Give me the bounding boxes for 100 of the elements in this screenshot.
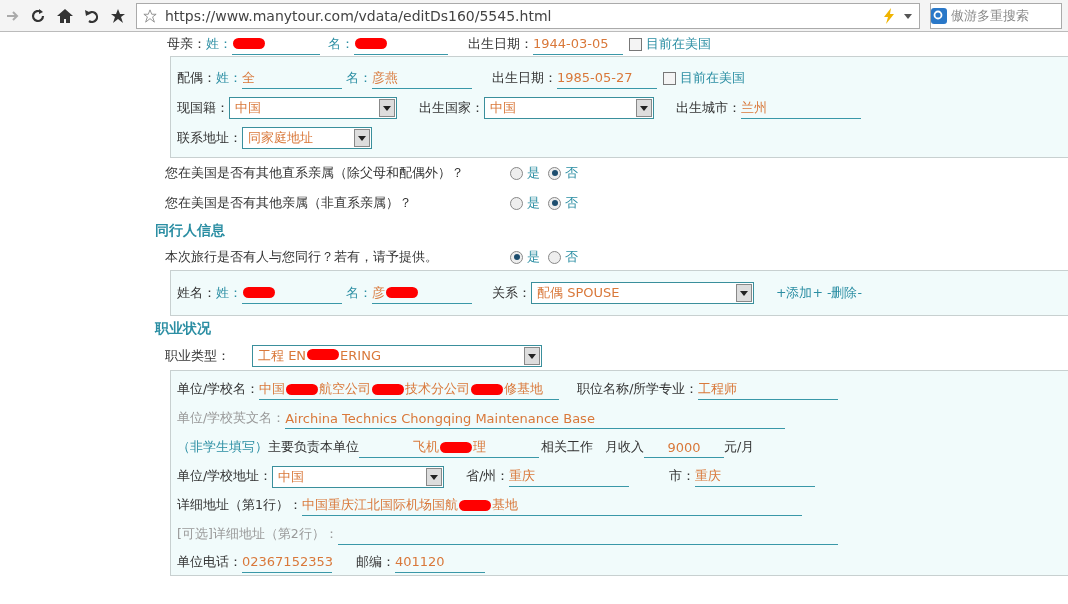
field-label: 姓名： [177, 284, 216, 302]
checkbox[interactable] [663, 71, 676, 85]
field-text: 中国重庆江北国际机场国航 [301, 496, 458, 514]
redaction-mark [286, 383, 319, 395]
question-text: 您在美国是否有其他直系亲属（除父母和配偶外）？ [165, 164, 465, 182]
input-field[interactable]: 工程师 [698, 379, 839, 400]
radio-button[interactable] [548, 196, 561, 210]
radio-button[interactable] [548, 166, 561, 180]
question-text: 您在美国是否有其他亲属（非直系亲属）？ [165, 194, 413, 212]
redaction-mark [458, 499, 491, 511]
url-text: https://www.manytour.com/vdata/editDs160/5545.html [165, 7, 553, 24]
redaction-mark [439, 441, 472, 453]
redaction-mark [386, 287, 418, 298]
star-icon[interactable] [143, 8, 157, 23]
redaction-mark [307, 349, 340, 360]
field-label: 联系地址： [177, 129, 242, 147]
home-icon[interactable] [56, 7, 74, 24]
field-label: 名： [346, 284, 372, 302]
field-label: 出生国家： [419, 99, 484, 117]
field-text: ERING [340, 348, 381, 363]
reload-icon[interactable] [30, 7, 46, 24]
radio-label: 否 [565, 164, 578, 182]
field-label: 相关工作 [541, 439, 593, 456]
section-heading: 职业状况 [155, 319, 212, 338]
question-text: 本次旅行是否有人与您同行？若有，请予提供。 [165, 248, 439, 266]
caret-icon[interactable] [903, 11, 913, 20]
star-icon[interactable] [110, 7, 126, 24]
input-field[interactable]: 重庆 [695, 466, 816, 487]
field-text: 飞机 [412, 438, 439, 456]
remove-link[interactable]: -删除- [826, 284, 862, 302]
field-label: 出生城市： [676, 99, 741, 117]
input-field[interactable]: 1985-05-27 [557, 67, 657, 89]
redaction-mark [243, 287, 275, 298]
field-label: 月收入 [605, 439, 644, 456]
field-label: 母亲： [167, 35, 206, 53]
field-label: 名： [346, 69, 372, 87]
select-field[interactable]: 中国 [229, 97, 397, 119]
input-field[interactable]: 飞机 理 [359, 437, 539, 458]
address-bar[interactable]: https://www.manytour.com/vdata/editDs160/5545.html [136, 2, 920, 29]
select-field[interactable]: 中国 [272, 465, 445, 488]
input-field[interactable]: 全 [242, 67, 342, 89]
input-field[interactable]: 1944-03-05 [533, 33, 623, 55]
field-label: 姓： [216, 284, 242, 302]
input-field[interactable]: 重庆 [509, 466, 630, 487]
redaction-mark [372, 383, 405, 395]
radio-label: 是 [527, 248, 540, 266]
select-field[interactable]: 中国 [484, 97, 654, 119]
checkbox[interactable] [629, 37, 642, 51]
field-label: 配偶： [177, 69, 216, 87]
input-field[interactable]: 401120 [395, 551, 485, 573]
section-heading: 同行人信息 [155, 221, 226, 240]
field-label: 名： [328, 35, 354, 53]
select-field[interactable]: 同家庭地址 [242, 127, 372, 149]
redaction-mark [233, 38, 265, 49]
field-label: 姓： [216, 69, 242, 87]
field-text: 基地 [491, 496, 518, 514]
field-label: 单位/学校英文名： [177, 410, 286, 427]
field-text: 彦 [372, 283, 385, 302]
field-label: 出生日期： [492, 69, 557, 87]
input-field[interactable]: 02367152353 [242, 551, 332, 573]
field-label: 邮编： [356, 553, 395, 571]
radio-label: 是 [527, 164, 540, 182]
radio-label: 否 [565, 194, 578, 212]
field-label: 目前在美国 [680, 69, 745, 87]
field-label: 单位电话： [177, 553, 242, 571]
select-field[interactable]: 配偶 SPOUSE [531, 282, 754, 304]
redaction-mark [355, 38, 387, 49]
radio-label: 否 [565, 248, 578, 266]
field-label: 姓： [206, 35, 232, 53]
field-text: 中国 [259, 380, 286, 398]
input-field[interactable]: Airchina Technics Chongqing Maintenance Base [285, 408, 786, 429]
undo-icon[interactable] [84, 7, 100, 24]
field-text: 航空公司 [319, 380, 372, 398]
field-label: 职业类型： [165, 347, 230, 365]
input-field[interactable]: 彦燕 [372, 67, 472, 89]
field-label: 单位/学校地址： [177, 468, 273, 485]
radio-button[interactable] [510, 166, 523, 180]
radio-button[interactable] [548, 250, 561, 264]
input-field[interactable]: 中国重庆江北国际机场国航 基地 [301, 495, 802, 516]
field-text: 工程 EN [258, 348, 307, 363]
field-label: 市： [669, 468, 696, 485]
add-link[interactable]: +添加+ [776, 284, 823, 302]
field-label: 省/州： [466, 468, 510, 485]
field-label: 目前在美国 [646, 35, 711, 53]
input-field[interactable]: 9000 [644, 437, 724, 458]
input-field[interactable]: 中国 航空公司 技术分公司 修基地 [259, 379, 560, 400]
field-label: 详细地址（第1行）： [177, 497, 302, 514]
redaction-mark [471, 383, 504, 395]
field-label: 出生日期： [468, 35, 533, 53]
field-label: 单位/学校名： [177, 381, 260, 398]
field-label: [可选]详细地址（第2行）： [177, 526, 338, 543]
select-field[interactable]: 工程 EN ERING [252, 345, 542, 367]
radio-button[interactable] [510, 250, 523, 264]
search-field[interactable]: 傲游多重搜索 [930, 2, 1062, 29]
input-field[interactable]: 彦 [372, 282, 472, 304]
field-text: 技术分公司 [405, 380, 471, 398]
search-engine-icon [931, 7, 947, 24]
radio-button[interactable] [510, 196, 523, 210]
input-field[interactable]: 兰州 [741, 97, 861, 119]
field-label: 现国籍： [177, 99, 229, 117]
